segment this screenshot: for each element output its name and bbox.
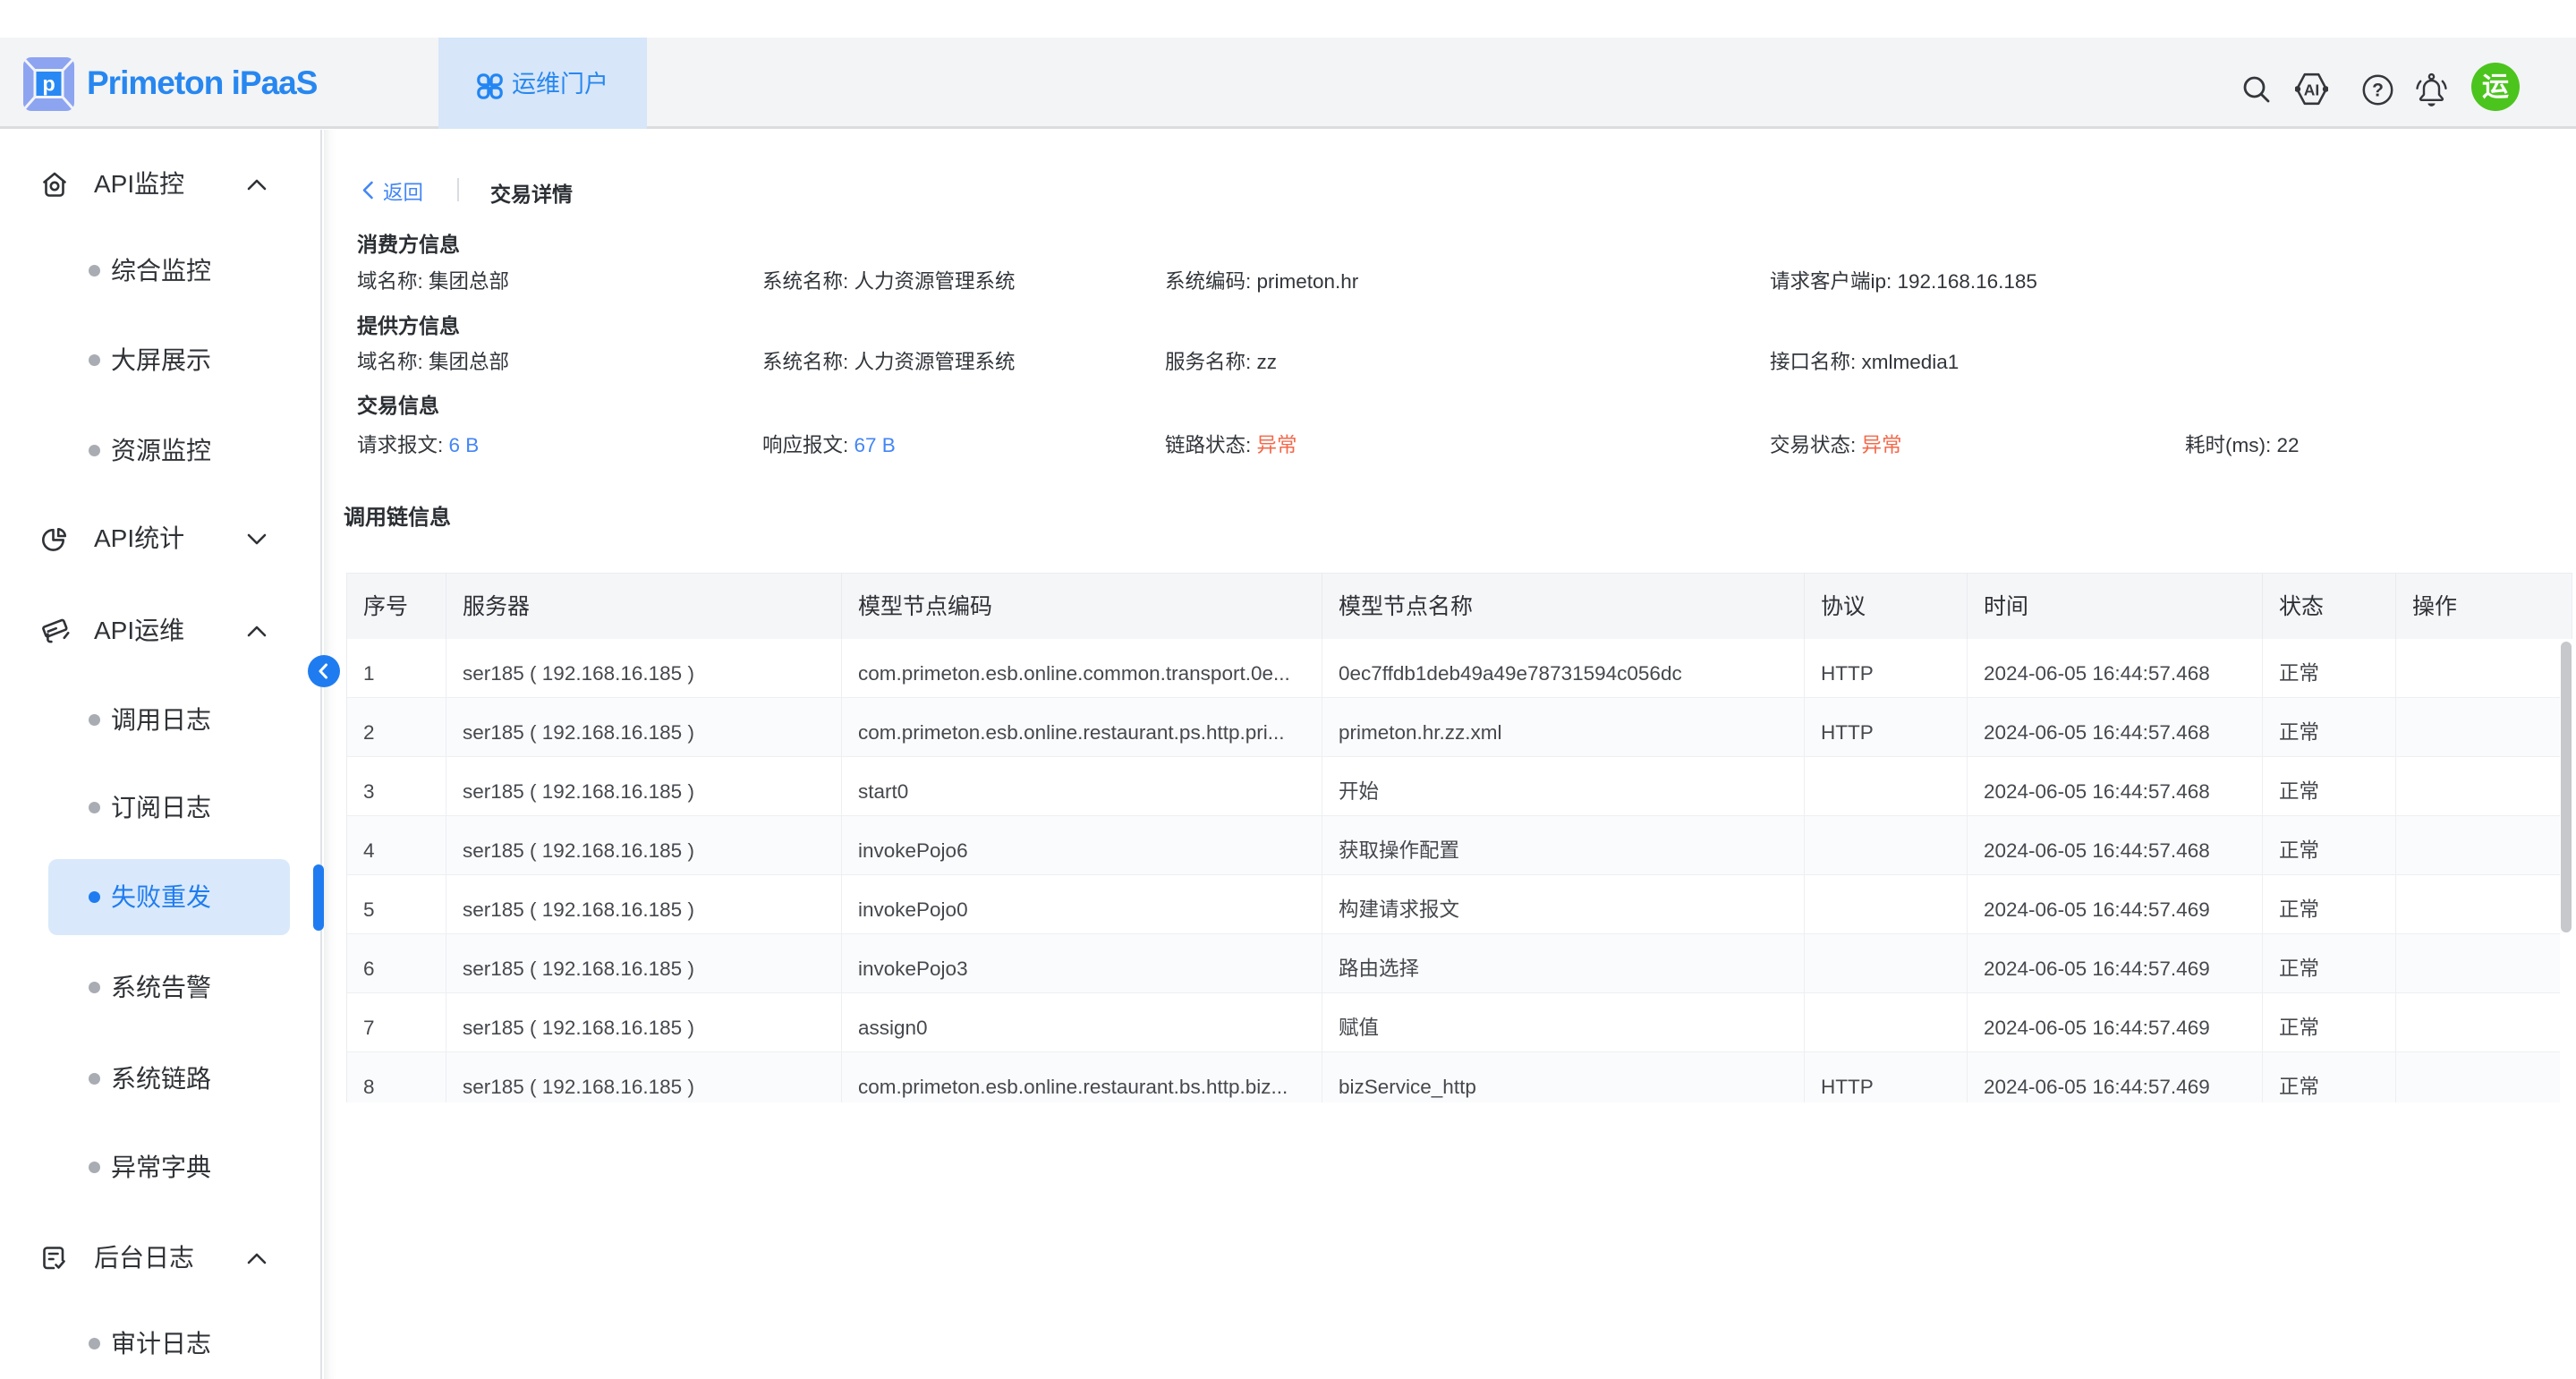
svg-text:?: ? [2372, 81, 2384, 101]
svg-text:AI: AI [2304, 81, 2320, 99]
svg-text:p: p [42, 72, 55, 96]
